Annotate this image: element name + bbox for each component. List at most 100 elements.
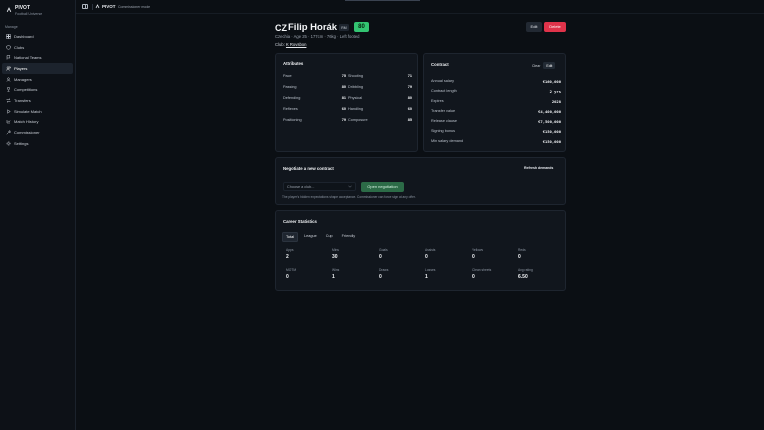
nav-section-label: Manage (5, 25, 18, 29)
contract-row: Expires 2028 (431, 99, 561, 104)
sidebar-item-label: National Teams (14, 55, 42, 61)
sidebar-item-commissioner[interactable]: Commissioner (2, 127, 73, 138)
open-negotiation-button[interactable]: Open negotiation (361, 181, 404, 192)
transfer-icon (5, 97, 11, 103)
tab-cup[interactable]: Cup (323, 232, 336, 242)
stat-label: Goals (379, 248, 388, 252)
sidebar-item-transfers[interactable]: Transfers (2, 95, 73, 106)
stat-label: MOTM (286, 268, 297, 272)
stat-label: Apps (286, 248, 294, 252)
trophy-icon (5, 87, 11, 93)
stat-avg-rating: Avg rating 6.50 (518, 268, 533, 280)
sidebar-item-national-teams[interactable]: National Teams (2, 52, 73, 63)
stat-draws: Draws 0 (379, 268, 388, 280)
attr-value: 71 (407, 74, 412, 78)
sidebar-item-competitions[interactable]: Competitions (2, 84, 73, 95)
contract-value: €4,400,000 (538, 109, 561, 114)
refresh-demands-button[interactable]: Refresh demands (524, 166, 553, 170)
stat-value: 0 (379, 273, 382, 280)
contract-row: Min salary demand €150,000 (431, 139, 561, 144)
sidebar-item-players[interactable]: Players (2, 63, 73, 74)
edit-button[interactable]: Edit (526, 21, 542, 32)
brand-subtitle: Football Universe (15, 12, 43, 16)
contract-row: Transfer value €4,400,000 (431, 109, 561, 114)
attr-value: 80 (341, 85, 346, 89)
contract-row: Contract length 2 yrs (431, 89, 561, 94)
stat-goals: Goals 0 (379, 248, 388, 260)
sidebar-item-managers[interactable]: Managers (2, 74, 73, 85)
contract-label: Contract length (431, 89, 457, 93)
sidebar-item-label: Competitions (14, 87, 38, 93)
player-meta: Czechia · Age 25 · 177cm · 76kg · Left f… (275, 34, 360, 39)
overall-rating-badge: 80 (354, 21, 369, 32)
player-name: Filip Horák (288, 22, 338, 33)
gear-icon (5, 140, 11, 146)
stat-motm: MOTM 0 (286, 268, 296, 280)
sidebar-item-label: Dashboard (14, 33, 34, 39)
sidebar-item-clubs[interactable]: Clubs (2, 42, 73, 53)
contract-edit-button[interactable]: Edit (543, 62, 556, 69)
contract-value: €160,000 (542, 79, 561, 84)
tab-friendly[interactable]: Friendly (339, 232, 359, 242)
wrench-icon (5, 130, 11, 136)
contract-label: Min salary demand (431, 139, 464, 143)
sidebar-toggle-icon[interactable] (82, 4, 88, 9)
sidebar-item-label: Transfers (14, 97, 31, 103)
contract-row: Signing bonus €150,000 (431, 129, 561, 134)
stat-apps: Apps 2 (286, 248, 294, 260)
sidebar-item-settings[interactable]: Settings (2, 138, 73, 149)
attr-value: 79 (341, 118, 346, 122)
sidebar-item-simulate-match[interactable]: Simulate Match (2, 106, 73, 117)
nationality-flag: CZ (275, 23, 287, 33)
attr-label: Shooting (348, 74, 363, 78)
contract-label: Release clause (431, 119, 457, 123)
sidebar-item-match-history[interactable]: Match History (2, 117, 73, 128)
sidebar-nav: Dashboard Clubs National Teams Players M… (2, 31, 73, 149)
attr-value: 60 (341, 107, 346, 111)
stat-value: 2 (286, 253, 289, 260)
topbar: PIVOT Commissioner mode (76, 0, 764, 14)
sidebar-item-dashboard[interactable]: Dashboard (2, 31, 73, 42)
attr-label: Pace (283, 74, 292, 78)
stat-value: 1 (332, 273, 335, 280)
topbar-brand[interactable]: PIVOT (95, 4, 116, 9)
contract-label: Transfer value (431, 109, 456, 113)
contract-label: Expires (431, 99, 444, 103)
stat-value: 1 (425, 273, 428, 280)
contract-label: Annual salary (431, 79, 455, 83)
stat-value: 0 (379, 253, 382, 260)
club-select-placeholder: Choose a club... (287, 184, 315, 189)
stat-label: Losses (425, 268, 436, 272)
contract-value: 2 yrs (549, 89, 561, 94)
attr-label: Physical (348, 96, 363, 100)
contract-value: 2028 (551, 99, 561, 104)
stat-label: Avg rating (518, 268, 533, 272)
shield-icon (5, 44, 11, 50)
clear-button[interactable]: Clear (529, 62, 543, 69)
sidebar-item-label: Clubs (14, 44, 25, 50)
stat-label: Draws (379, 268, 389, 272)
stat-value: 0 (472, 253, 475, 260)
brand[interactable]: PIVOT Football Universe (6, 5, 42, 17)
club-line: Club: K Rovsbon (275, 42, 306, 47)
attr-label: Passing (283, 85, 297, 89)
tab-league[interactable]: League (301, 232, 320, 242)
attr-label: Dribbling (348, 85, 363, 89)
users-icon (5, 65, 11, 71)
contract-value: €150,000 (542, 129, 561, 134)
sidebar-item-label: Commissioner (14, 130, 40, 136)
stat-losses: Losses 1 (425, 268, 435, 280)
attr-value: 75 (341, 74, 346, 78)
contract-value: €7,500,000 (538, 119, 561, 124)
club-link[interactable]: K Rovsbon (286, 42, 306, 47)
stat-label: Reds (518, 248, 526, 252)
delete-button[interactable]: Delete (544, 21, 566, 32)
club-select[interactable]: Choose a club... (283, 182, 356, 191)
stat-label: Yellows (472, 248, 484, 252)
user-icon (5, 76, 11, 82)
position-badge: RM (339, 24, 349, 31)
tab-total[interactable]: Total (282, 232, 299, 242)
contract-title: Contract (431, 62, 449, 67)
attr-label: Defending (283, 96, 301, 100)
career-tabs: Total League Cup Friendly (282, 232, 358, 242)
